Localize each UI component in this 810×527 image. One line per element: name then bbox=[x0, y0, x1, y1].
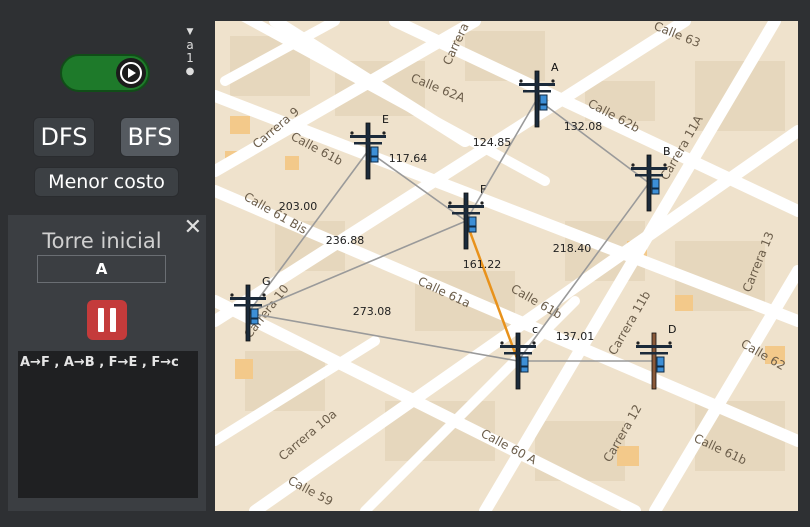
pause-icon bbox=[98, 308, 104, 332]
map-svg: Carrera 9 Calle 62A Carrera Calle 63 Cal… bbox=[215, 21, 798, 511]
edge-cost-label: 132.08 bbox=[564, 120, 603, 133]
play-icon bbox=[116, 58, 146, 88]
traversal-log: A→F , A→B , F→E , F→c bbox=[18, 351, 198, 498]
dfs-button[interactable]: DFS bbox=[33, 117, 95, 157]
bfs-button[interactable]: BFS bbox=[120, 117, 180, 157]
tower-label: A bbox=[551, 61, 559, 74]
panel-title: Torre inicial bbox=[42, 229, 162, 253]
least-cost-button[interactable]: Menor costo bbox=[34, 167, 179, 197]
edge-cost-label: 124.85 bbox=[473, 136, 512, 149]
edge-cost-label: 137.01 bbox=[556, 330, 595, 343]
close-icon[interactable]: ✕ bbox=[184, 215, 202, 240]
tower-label: c bbox=[532, 323, 538, 336]
control-panel: ▼ a 1 ● DFS BFS Menor costo Torre inicia… bbox=[0, 0, 210, 527]
pause-button[interactable] bbox=[87, 300, 127, 340]
edge-cost-label: 161.22 bbox=[463, 258, 502, 271]
edge-cost-label: 273.08 bbox=[353, 305, 392, 318]
edge-cost-label: 218.40 bbox=[553, 242, 592, 255]
tower-label: E bbox=[382, 113, 389, 126]
sort-toggle[interactable]: ▼ a 1 ● bbox=[183, 26, 197, 78]
sort-num-icon: 1 bbox=[186, 51, 194, 65]
tower-label: G bbox=[262, 275, 271, 288]
start-tower-panel: Torre inicial ✕ A A→F , A→B , F→E , F→c bbox=[8, 215, 206, 511]
tower-label: D bbox=[668, 323, 676, 336]
edge-cost-label: 236.88 bbox=[326, 234, 365, 247]
tower-label: B bbox=[663, 145, 671, 158]
tower-label: F bbox=[480, 183, 486, 196]
map-canvas[interactable]: Carrera 9 Calle 62A Carrera Calle 63 Cal… bbox=[215, 21, 798, 511]
pin-icon: ● bbox=[185, 66, 195, 77]
run-toggle[interactable] bbox=[60, 54, 150, 92]
start-tower-field[interactable]: A bbox=[37, 255, 166, 283]
edge-cost-label: 203.00 bbox=[279, 200, 318, 213]
edge-cost-label: 117.64 bbox=[389, 152, 428, 165]
